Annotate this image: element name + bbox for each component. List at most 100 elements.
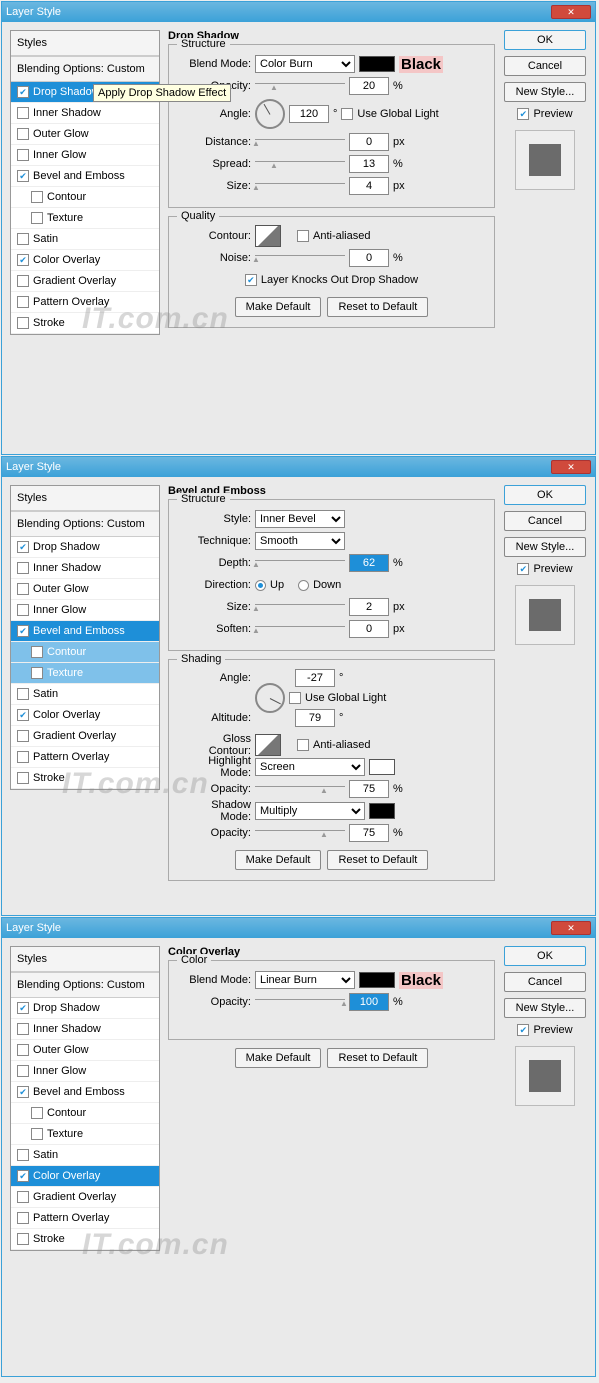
style-checkbox[interactable] <box>31 212 43 224</box>
style-item-outer-glow[interactable]: Outer Glow <box>11 124 159 145</box>
style-checkbox[interactable] <box>17 1149 29 1161</box>
style-checkbox[interactable] <box>17 1023 29 1035</box>
style-select[interactable]: Inner Bevel <box>255 510 345 528</box>
spread-input[interactable] <box>349 155 389 173</box>
shadow-color-swatch[interactable] <box>369 803 395 819</box>
opacity-input[interactable] <box>349 993 389 1011</box>
style-checkbox[interactable] <box>17 541 29 553</box>
style-checkbox[interactable] <box>17 296 29 308</box>
style-checkbox[interactable] <box>31 1128 43 1140</box>
style-checkbox[interactable] <box>31 191 43 203</box>
styles-header[interactable]: Styles <box>11 31 159 56</box>
style-checkbox[interactable] <box>31 667 43 679</box>
style-checkbox[interactable] <box>17 86 29 98</box>
soften-input[interactable] <box>349 620 389 638</box>
style-item-inner-shadow[interactable]: Inner Shadow <box>11 558 159 579</box>
depth-input[interactable] <box>349 554 389 572</box>
style-checkbox[interactable] <box>17 1191 29 1203</box>
style-item-stroke[interactable]: Stroke <box>11 313 159 334</box>
contour-picker[interactable] <box>255 225 281 247</box>
size-slider[interactable] <box>255 183 345 195</box>
global-light-checkbox[interactable] <box>341 108 353 120</box>
style-item-contour[interactable]: Contour <box>11 1103 159 1124</box>
style-checkbox[interactable] <box>17 1212 29 1224</box>
color-swatch[interactable] <box>359 56 395 72</box>
style-checkbox[interactable] <box>17 709 29 721</box>
technique-select[interactable]: Smooth <box>255 532 345 550</box>
style-item-drop-shadow[interactable]: Drop Shadow <box>11 998 159 1019</box>
gloss-contour-picker[interactable] <box>255 734 281 756</box>
highlight-color-swatch[interactable] <box>369 759 395 775</box>
style-item-pattern-overlay[interactable]: Pattern Overlay <box>11 747 159 768</box>
titlebar[interactable]: Layer Style ✕ <box>2 918 595 938</box>
style-checkbox[interactable] <box>17 170 29 182</box>
style-item-color-overlay[interactable]: Color Overlay <box>11 250 159 271</box>
style-item-color-overlay[interactable]: Color Overlay <box>11 705 159 726</box>
preview-checkbox[interactable] <box>517 563 529 575</box>
style-item-outer-glow[interactable]: Outer Glow <box>11 1040 159 1061</box>
style-checkbox[interactable] <box>17 254 29 266</box>
new-style-button[interactable]: New Style... <box>504 82 586 102</box>
reset-default-button[interactable]: Reset to Default <box>327 850 428 870</box>
color-swatch[interactable] <box>359 972 395 988</box>
style-item-color-overlay[interactable]: Color Overlay <box>11 1166 159 1187</box>
opacity-slider[interactable] <box>255 83 345 95</box>
cancel-button[interactable]: Cancel <box>504 56 586 76</box>
style-item-texture[interactable]: Texture <box>11 663 159 684</box>
style-item-stroke[interactable]: Stroke <box>11 1229 159 1250</box>
highlight-opacity-slider[interactable] <box>255 786 345 798</box>
new-style-button[interactable]: New Style... <box>504 998 586 1018</box>
style-item-outer-glow[interactable]: Outer Glow <box>11 579 159 600</box>
cancel-button[interactable]: Cancel <box>504 972 586 992</box>
angle-dial[interactable] <box>255 683 285 713</box>
distance-slider[interactable] <box>255 139 345 151</box>
style-checkbox[interactable] <box>31 1107 43 1119</box>
titlebar[interactable]: Layer Style ✕ <box>2 2 595 22</box>
preview-checkbox[interactable] <box>517 108 529 120</box>
preview-checkbox[interactable] <box>517 1024 529 1036</box>
style-checkbox[interactable] <box>17 1065 29 1077</box>
cancel-button[interactable]: Cancel <box>504 511 586 531</box>
altitude-input[interactable] <box>295 709 335 727</box>
style-item-drop-shadow[interactable]: Drop Shadow <box>11 537 159 558</box>
angle-dial[interactable] <box>255 99 285 129</box>
ok-button[interactable]: OK <box>504 30 586 50</box>
knockout-checkbox[interactable] <box>245 274 257 286</box>
style-checkbox[interactable] <box>17 1170 29 1182</box>
style-item-satin[interactable]: Satin <box>11 1145 159 1166</box>
shadow-opacity-slider[interactable] <box>255 830 345 842</box>
opacity-input[interactable] <box>349 77 389 95</box>
style-checkbox[interactable] <box>17 562 29 574</box>
style-checkbox[interactable] <box>17 128 29 140</box>
make-default-button[interactable]: Make Default <box>235 297 322 317</box>
anti-aliased-checkbox[interactable] <box>297 230 309 242</box>
style-checkbox[interactable] <box>17 625 29 637</box>
style-item-satin[interactable]: Satin <box>11 229 159 250</box>
reset-default-button[interactable]: Reset to Default <box>327 1048 428 1068</box>
anti-aliased-checkbox[interactable] <box>297 739 309 751</box>
style-item-gradient-overlay[interactable]: Gradient Overlay <box>11 271 159 292</box>
style-item-gradient-overlay[interactable]: Gradient Overlay <box>11 726 159 747</box>
style-checkbox[interactable] <box>17 1086 29 1098</box>
size-input[interactable] <box>349 177 389 195</box>
style-checkbox[interactable] <box>17 233 29 245</box>
style-item-pattern-overlay[interactable]: Pattern Overlay <box>11 292 159 313</box>
style-item-drop-shadow[interactable]: Drop ShadowApply Drop Shadow Effect <box>11 82 159 103</box>
opacity-slider[interactable] <box>255 999 345 1011</box>
direction-up-radio[interactable] <box>255 580 266 591</box>
style-checkbox[interactable] <box>17 1233 29 1245</box>
style-item-contour[interactable]: Contour <box>11 642 159 663</box>
style-item-bevel-and-emboss[interactable]: Bevel and Emboss <box>11 621 159 642</box>
shadow-opacity-input[interactable] <box>349 824 389 842</box>
style-item-inner-shadow[interactable]: Inner Shadow <box>11 103 159 124</box>
noise-slider[interactable] <box>255 255 345 267</box>
style-item-satin[interactable]: Satin <box>11 684 159 705</box>
style-item-texture[interactable]: Texture <box>11 208 159 229</box>
spread-slider[interactable] <box>255 161 345 173</box>
style-item-inner-glow[interactable]: Inner Glow <box>11 1061 159 1082</box>
blend-mode-select[interactable]: Color Burn <box>255 55 355 73</box>
global-light-checkbox[interactable] <box>289 692 301 704</box>
style-checkbox[interactable] <box>17 107 29 119</box>
size-input[interactable] <box>349 598 389 616</box>
size-slider[interactable] <box>255 604 345 616</box>
